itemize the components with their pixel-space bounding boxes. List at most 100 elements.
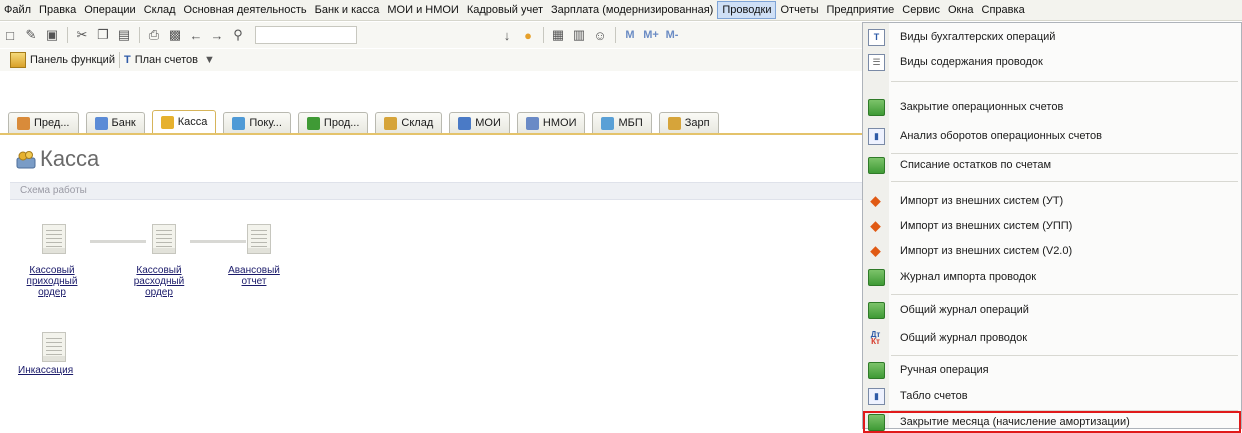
menu-help[interactable]: Справка — [978, 1, 1029, 19]
menu-windows[interactable]: Окна — [944, 1, 978, 19]
credit-glyph: Кт — [871, 337, 880, 346]
menu-bar: Файл Правка Операции Склад Основная деят… — [0, 0, 1242, 21]
document-icon[interactable] — [42, 224, 66, 254]
paste-icon[interactable]: ▤ — [114, 25, 134, 45]
connector-line — [190, 240, 246, 243]
menu-item-turnover-analysis[interactable]: ▮ Анализ оборотов операционных счетов — [863, 125, 1241, 147]
tab-cash[interactable]: Касса — [151, 110, 217, 133]
cash-icon — [16, 151, 36, 169]
document-icon[interactable] — [152, 224, 176, 254]
users-icon[interactable]: ☺ — [590, 25, 610, 45]
tab-mbp[interactable]: МБП — [592, 112, 652, 133]
tab-nmoi[interactable]: НМОИ — [516, 112, 586, 133]
new-document-icon[interactable]: □ — [0, 25, 20, 45]
back-icon[interactable]: ← — [186, 25, 206, 45]
menu-item-label: Импорт из внешних систем (УТ) — [900, 195, 1064, 207]
document-icon[interactable] — [247, 224, 271, 254]
import-icon: ◆ — [870, 243, 881, 258]
filter-icon[interactable]: ↓ — [497, 25, 517, 45]
tab-bank[interactable]: Банк — [85, 112, 145, 133]
cash-collection-link[interactable]: Инкассация — [18, 365, 88, 376]
toolbar-separator — [139, 27, 140, 43]
memory-button-m-minus[interactable]: M- — [662, 25, 682, 45]
menu-item-label: Виды содержания проводок — [900, 56, 1043, 68]
menu-salary[interactable]: Зарплата (модернизированная) — [547, 1, 717, 19]
forward-icon[interactable]: → — [207, 25, 227, 45]
chart-of-accounts-button[interactable]: Т План счетов — [124, 54, 198, 66]
tab-icon — [94, 116, 108, 130]
menu-file[interactable]: Файл — [0, 1, 35, 19]
tab-label: Пред... — [34, 117, 70, 129]
search-icon[interactable]: ⚲ — [228, 25, 248, 45]
menu-item-entries-journal[interactable]: Дт Кт Общий журнал проводок — [863, 327, 1241, 349]
chevron-down-icon[interactable]: ▼ — [204, 54, 215, 66]
tab-warehouse[interactable]: Склад — [375, 112, 443, 133]
import-icon: ◆ — [870, 193, 881, 208]
preview-icon[interactable]: ▩ — [165, 25, 185, 45]
green-document-icon — [868, 361, 885, 379]
menu-warehouse[interactable]: Склад — [140, 1, 180, 19]
tab-icon — [232, 116, 246, 130]
panel-icon — [10, 52, 26, 68]
menu-operations[interactable]: Операции — [80, 1, 139, 19]
menu-item-label: Общий журнал проводок — [900, 332, 1028, 344]
connector-line — [90, 240, 146, 243]
menu-edit[interactable]: Правка — [35, 1, 80, 19]
toolbar-separator — [615, 27, 616, 43]
debit-credit-icon: Дт Кт — [868, 331, 883, 346]
menu-item-label: Журнал импорта проводок — [900, 271, 1037, 283]
tab-purchases[interactable]: Поку... — [223, 112, 291, 133]
info-icon[interactable]: ● — [518, 25, 538, 45]
cash-receipt-order-link[interactable]: Кассовый приходный ордер — [22, 265, 82, 298]
menu-enterprise[interactable]: Предприятие — [823, 1, 899, 19]
menu-item-label: Импорт из внешних систем (УПП) — [900, 220, 1073, 232]
page-title: Касса — [40, 146, 100, 171]
tab-enterprise[interactable]: Пред... — [8, 112, 79, 133]
menu-item-write-off-balances[interactable]: Списание остатков по счетам — [863, 154, 1241, 176]
save-icon[interactable]: ▣ — [42, 25, 62, 45]
print-icon[interactable]: ⎙ — [144, 25, 164, 45]
cash-expense-order-link[interactable]: Кассовый расходный ордер — [126, 265, 192, 298]
memory-button-m[interactable]: M — [620, 25, 640, 45]
menu-bank-cash[interactable]: Банк и касса — [311, 1, 384, 19]
memory-button-m-plus[interactable]: M+ — [641, 25, 661, 45]
menu-item-close-operational-accounts[interactable]: Закрытие операционных счетов — [863, 96, 1241, 118]
copy-icon[interactable]: ❐ — [93, 25, 113, 45]
menu-item-label: Закрытие операционных счетов — [900, 101, 1064, 113]
menu-main-activity[interactable]: Основная деятельность — [180, 1, 311, 19]
tab-salary[interactable]: Зарп — [658, 112, 719, 133]
open-icon[interactable]: ✎ — [21, 25, 41, 45]
menu-item-entry-content-types[interactable]: ☰ Виды содержания проводок — [863, 51, 1241, 73]
menu-reports[interactable]: Отчеты — [776, 1, 822, 19]
chart-of-accounts-icon: Т — [123, 54, 131, 66]
menu-item-operations-journal[interactable]: Общий журнал операций — [863, 299, 1241, 321]
advance-report-link[interactable]: Авансовый отчет — [226, 265, 282, 287]
menu-service[interactable]: Сервис — [898, 1, 944, 19]
tab-moi[interactable]: МОИ — [449, 112, 510, 133]
menu-item-import-journal[interactable]: Журнал импорта проводок — [863, 266, 1241, 288]
menu-moi-nmoi[interactable]: МОИ и НМОИ — [383, 1, 462, 19]
calendar-icon[interactable]: ▥ — [569, 25, 589, 45]
toolbar-search-input[interactable] — [255, 26, 357, 44]
menu-item-import-v20[interactable]: ◆ Импорт из внешних систем (V2.0) — [863, 240, 1241, 262]
tab-icon — [667, 116, 681, 130]
menu-item-import-upp[interactable]: ◆ Импорт из внешних систем (УПП) — [863, 215, 1241, 237]
menu-item-manual-operation[interactable]: Ручная операция — [863, 359, 1241, 381]
menu-entries[interactable]: Проводки — [717, 1, 777, 19]
panel-functions-label: Панель функций — [30, 54, 115, 66]
tab-icon — [458, 116, 472, 130]
calculator-icon[interactable]: ▦ — [548, 25, 568, 45]
tab-sales[interactable]: Прод... — [297, 112, 369, 133]
cut-icon[interactable]: ✂ — [72, 25, 92, 45]
menu-hr[interactable]: Кадровый учет — [463, 1, 547, 19]
chart-icon: ▮ — [868, 387, 885, 405]
tab-icon — [306, 116, 320, 130]
menu-item-accounts-board[interactable]: ▮ Табло счетов — [863, 385, 1241, 407]
toolbar-separator — [543, 27, 544, 43]
highlight-frame — [863, 411, 1241, 433]
green-document-icon — [868, 156, 885, 174]
menu-item-operation-types[interactable]: Т Виды бухгалтерских операций — [863, 26, 1241, 48]
panel-functions-button[interactable]: Панель функций — [10, 52, 115, 68]
document-icon[interactable] — [42, 332, 66, 362]
menu-item-import-ut[interactable]: ◆ Импорт из внешних систем (УТ) — [863, 190, 1241, 212]
